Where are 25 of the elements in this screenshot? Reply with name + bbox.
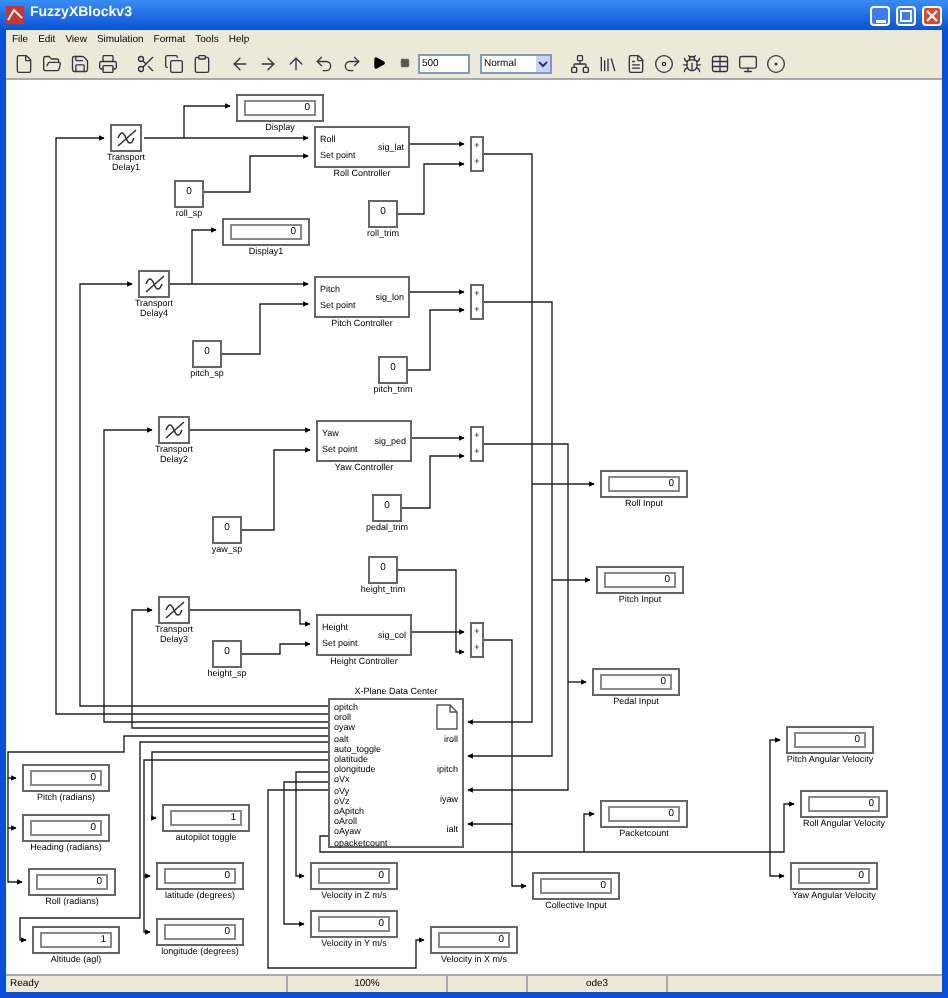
diagram-icon[interactable] [566, 50, 592, 76]
printer-icon[interactable] [94, 50, 120, 76]
copy-icon[interactable] [160, 50, 186, 76]
transport-delay-block[interactable] [158, 416, 190, 444]
maximize-button[interactable] [896, 5, 916, 25]
folder-icon[interactable] [38, 50, 64, 76]
target-icon[interactable] [762, 50, 788, 76]
disc-icon[interactable] [650, 50, 676, 76]
close-button[interactable] [922, 5, 942, 25]
monitor-icon[interactable] [734, 50, 760, 76]
transport-delay-block[interactable] [158, 596, 190, 624]
save-icon[interactable] [66, 50, 92, 76]
signal-line [405, 141, 465, 147]
table-icon[interactable] [706, 50, 732, 76]
app-icon [6, 6, 24, 24]
scissors-icon[interactable] [132, 50, 158, 76]
close-icon [926, 9, 938, 21]
transport-delay-block[interactable] [138, 270, 170, 298]
transport-delay-block[interactable] [110, 124, 142, 152]
minimize-icon [875, 17, 885, 23]
minimize-button[interactable] [870, 5, 890, 25]
dropdown-icon [536, 55, 550, 71]
maximize-icon [900, 9, 912, 21]
document-icon [436, 704, 458, 730]
bug-icon[interactable] [678, 50, 704, 76]
